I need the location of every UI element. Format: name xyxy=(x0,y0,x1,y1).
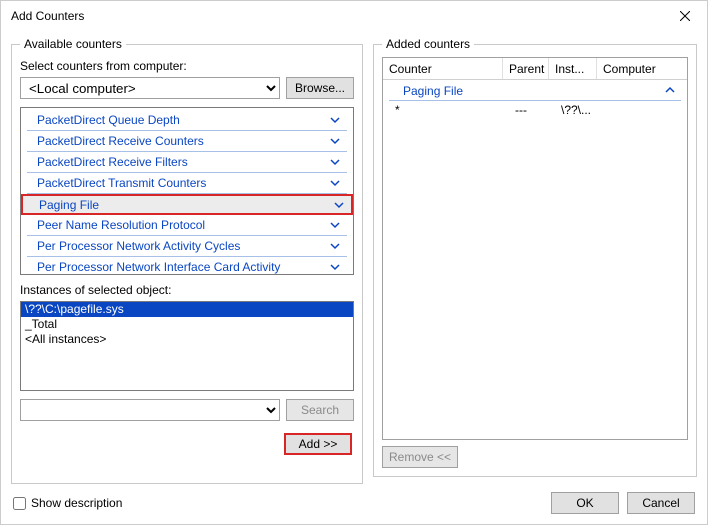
column-counter[interactable]: Counter xyxy=(383,58,503,79)
browse-button[interactable]: Browse... xyxy=(286,77,354,99)
counter-item-label: Peer Name Resolution Protocol xyxy=(37,218,329,232)
cell-inst: \??\... xyxy=(555,103,603,117)
select-computer-label: Select counters from computer: xyxy=(20,59,354,73)
cell-computer xyxy=(603,103,687,117)
add-counters-dialog: Add Counters Available counters Select c… xyxy=(0,0,708,525)
cancel-button[interactable]: Cancel xyxy=(627,492,695,514)
counter-item[interactable]: Per Processor Network Activity Cycles xyxy=(27,236,347,257)
counter-item[interactable]: PacketDirect Receive Counters xyxy=(27,131,347,152)
dialog-footer: Show description OK Cancel xyxy=(1,484,707,524)
add-button[interactable]: Add >> xyxy=(284,433,352,455)
column-parent[interactable]: Parent xyxy=(503,58,549,79)
counter-item[interactable]: Peer Name Resolution Protocol xyxy=(27,215,347,236)
counter-item[interactable]: Paging File xyxy=(21,194,353,215)
added-counters-legend: Added counters xyxy=(382,37,474,51)
chevron-down-icon xyxy=(329,240,341,252)
column-inst[interactable]: Inst... xyxy=(549,58,597,79)
counter-item-label: Per Processor Network Activity Cycles xyxy=(37,239,329,253)
added-counters-panel: Added counters Counter Parent Inst... Co… xyxy=(373,37,697,484)
counters-list[interactable]: PacketDirect Queue Depth PacketDirect Rec… xyxy=(20,107,354,275)
counter-item-label: PacketDirect Transmit Counters xyxy=(37,176,329,190)
instance-item[interactable]: _Total xyxy=(21,317,353,332)
chevron-down-icon xyxy=(329,177,341,189)
counter-item-label: PacketDirect Queue Depth xyxy=(37,113,329,127)
instance-search-select[interactable] xyxy=(20,399,280,421)
titlebar: Add Counters xyxy=(1,1,707,31)
available-counters-panel: Available counters Select counters from … xyxy=(11,37,363,484)
remove-button[interactable]: Remove << xyxy=(382,446,458,468)
close-button[interactable] xyxy=(662,1,707,31)
ok-button[interactable]: OK xyxy=(551,492,619,514)
chevron-down-icon xyxy=(333,199,345,211)
chevron-down-icon xyxy=(329,156,341,168)
chevron-down-icon xyxy=(329,135,341,147)
show-description-label: Show description xyxy=(31,496,122,510)
chevron-down-icon xyxy=(329,219,341,231)
column-computer[interactable]: Computer xyxy=(597,58,687,79)
search-button[interactable]: Search xyxy=(286,399,354,421)
chevron-up-icon xyxy=(665,84,675,98)
counter-item[interactable]: Per Processor Network Interface Card Act… xyxy=(27,257,347,275)
chevron-down-icon xyxy=(329,261,341,273)
available-counters-legend: Available counters xyxy=(20,37,126,51)
counter-item[interactable]: PacketDirect Queue Depth xyxy=(27,110,347,131)
instances-label: Instances of selected object: xyxy=(20,283,354,297)
cell-parent: --- xyxy=(509,103,555,117)
added-group-name: Paging File xyxy=(403,84,665,98)
chevron-down-icon xyxy=(329,114,341,126)
counter-item-label: Paging File xyxy=(39,198,333,212)
counter-item[interactable]: PacketDirect Receive Filters xyxy=(27,152,347,173)
instance-item[interactable]: <All instances> xyxy=(21,332,353,347)
counter-item-label: PacketDirect Receive Filters xyxy=(37,155,329,169)
cell-counter: * xyxy=(389,103,509,117)
show-description-checkbox[interactable]: Show description xyxy=(13,496,122,510)
added-group-row[interactable]: Paging File xyxy=(389,82,681,101)
counter-item-label: Per Processor Network Interface Card Act… xyxy=(37,260,329,274)
close-icon xyxy=(680,9,690,24)
computer-select[interactable]: <Local computer> xyxy=(20,77,280,99)
counter-item[interactable]: PacketDirect Transmit Counters xyxy=(27,173,347,194)
instances-list[interactable]: \??\C:\pagefile.sys_Total<All instances> xyxy=(20,301,354,391)
show-description-input[interactable] xyxy=(13,497,26,510)
instance-item[interactable]: \??\C:\pagefile.sys xyxy=(21,302,353,317)
table-header: Counter Parent Inst... Computer xyxy=(383,58,687,80)
window-title: Add Counters xyxy=(11,9,662,23)
table-row[interactable]: *---\??\... xyxy=(383,101,687,119)
added-counters-table: Counter Parent Inst... Computer Paging F… xyxy=(382,57,688,440)
counter-item-label: PacketDirect Receive Counters xyxy=(37,134,329,148)
